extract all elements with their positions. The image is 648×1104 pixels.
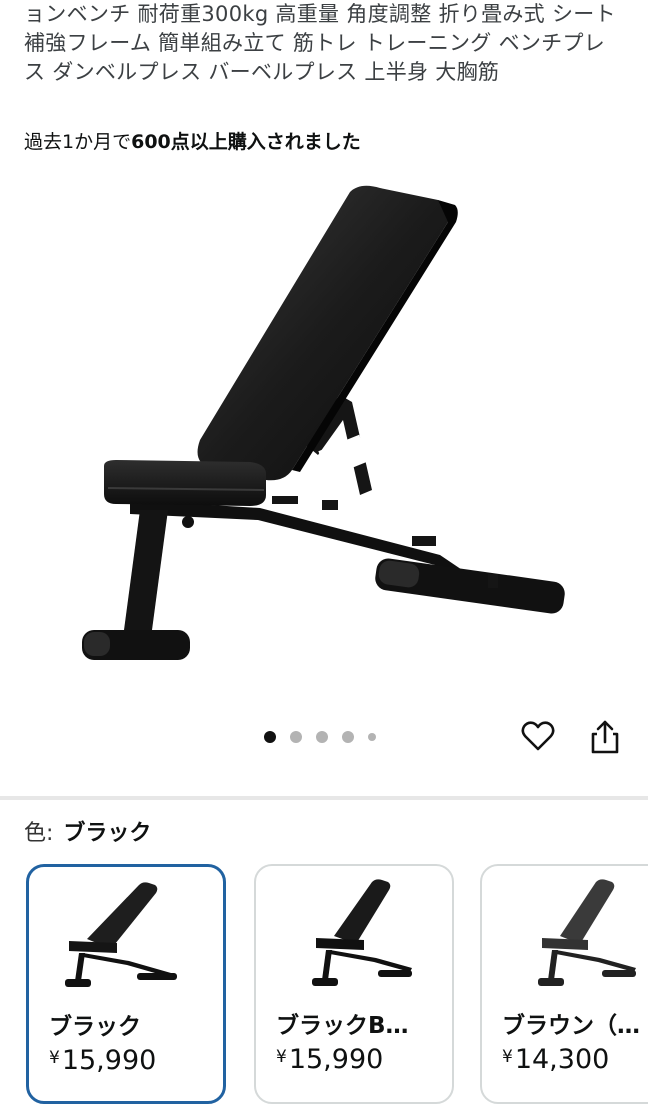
- purchase-count-prefix: 過去1か月で: [24, 131, 132, 153]
- purchase-count-text: 過去1か月で600点以上購入されました: [24, 128, 361, 156]
- color-option-brown[interactable]: ブラウン（… ¥14,300: [480, 864, 648, 1104]
- variant-name: ブラウン（…: [502, 1013, 640, 1039]
- variant-thumbnail-image: [312, 879, 412, 986]
- variant-price: ¥14,300: [502, 1044, 610, 1075]
- variant-thumbnail-image: [65, 882, 177, 987]
- carousel-dot-active[interactable]: [264, 731, 276, 743]
- selected-color-value: ブラック: [63, 821, 152, 846]
- carousel-dot[interactable]: [368, 733, 376, 741]
- variant-price: ¥15,990: [276, 1044, 384, 1075]
- carousel-dot[interactable]: [316, 731, 328, 743]
- color-selection-label: 色: ブラック: [24, 818, 151, 850]
- carousel-dot[interactable]: [342, 731, 354, 743]
- share-icon[interactable]: [588, 718, 622, 756]
- image-carousel-indicator[interactable]: [264, 731, 376, 743]
- color-option-black-b[interactable]: ブラックB… ¥15,990: [254, 864, 454, 1104]
- color-label: 色:: [24, 821, 54, 846]
- section-divider: [0, 796, 648, 800]
- variant-price: ¥15,990: [49, 1045, 157, 1076]
- product-title: ョンベンチ 耐荷重300kg 高重量 角度調整 折り畳み式 シート補強フレーム …: [24, 2, 616, 84]
- variant-name: ブラック: [49, 1014, 141, 1040]
- carousel-dot[interactable]: [290, 731, 302, 743]
- product-main-image[interactable]: [60, 170, 590, 690]
- variant-thumbnail-image: [538, 879, 636, 986]
- color-option-black[interactable]: ブラック ¥15,990: [26, 864, 226, 1104]
- heart-outline-icon[interactable]: [520, 718, 556, 754]
- purchase-count-emphasis: 600点以上購入されました: [131, 131, 361, 153]
- variant-name: ブラックB…: [276, 1013, 409, 1039]
